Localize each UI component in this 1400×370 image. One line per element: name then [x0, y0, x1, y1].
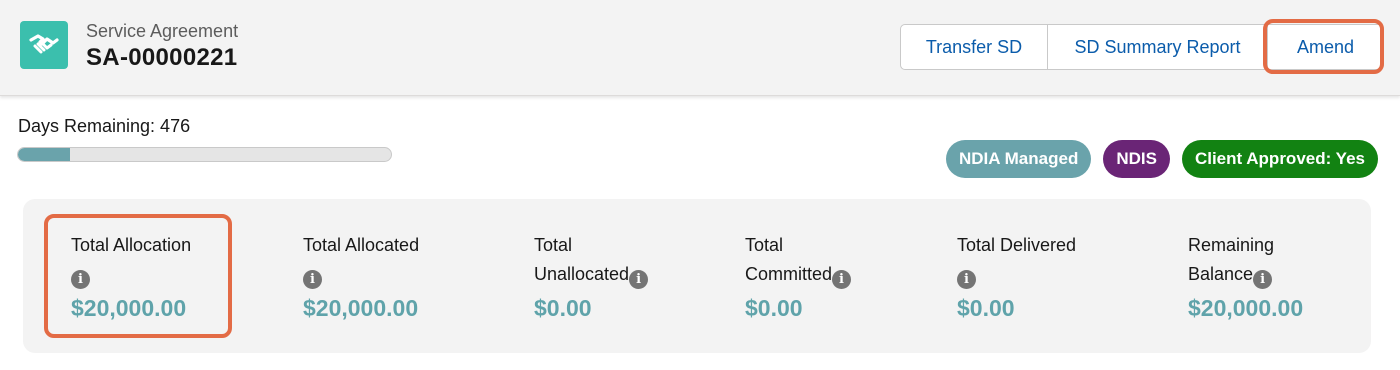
financial-summary-card: Total Allocation i $20,000.00 Total Allo…	[23, 199, 1371, 353]
action-button-group: Transfer SD SD Summary Report Amend	[900, 24, 1384, 70]
days-remaining-progress-bar	[17, 147, 392, 162]
days-remaining-label: Days Remaining: 476	[18, 116, 191, 136]
metric-value: $20,000.00	[71, 295, 187, 321]
sd-summary-report-button[interactable]: SD Summary Report	[1047, 25, 1267, 69]
metric-total-allocation: Total Allocation i $20,000.00	[71, 231, 281, 322]
metric-label: Total Allocated	[303, 235, 420, 255]
ndis-badge: NDIS	[1103, 140, 1170, 178]
transfer-sd-button[interactable]: Transfer SD	[901, 25, 1047, 69]
metric-label: Total Allocation	[71, 235, 192, 255]
metric-label: Committed	[745, 264, 833, 284]
metric-total-committed: Total Committed i $0.00	[745, 231, 955, 322]
metric-value: $20,000.00	[303, 295, 419, 321]
metric-value: $0.00	[957, 295, 1015, 321]
metric-total-unallocated: Total Unallocated i $0.00	[534, 231, 744, 322]
progress-fill	[18, 148, 71, 161]
info-icon[interactable]: i	[71, 270, 90, 289]
metric-label: Total Delivered	[957, 235, 1077, 255]
amend-button[interactable]: Amend	[1267, 25, 1383, 69]
info-icon[interactable]: i	[957, 270, 976, 289]
object-type-label: Service Agreement	[86, 21, 239, 41]
metric-value: $0.00	[534, 295, 592, 321]
handshake-icon	[20, 21, 68, 69]
info-icon[interactable]: i	[1253, 270, 1273, 289]
metric-label: Unallocated	[534, 264, 630, 284]
metric-value: $0.00	[745, 295, 803, 321]
metric-total-allocated: Total Allocated i $20,000.00	[303, 231, 513, 322]
info-icon[interactable]: i	[303, 270, 322, 289]
metric-label: Remaining	[1188, 235, 1275, 255]
metric-total-delivered: Total Delivered i $0.00	[957, 231, 1167, 322]
metric-value: $20,000.00	[1188, 295, 1304, 321]
record-title: SA-00000221	[86, 44, 238, 71]
info-icon[interactable]: i	[629, 270, 649, 289]
info-icon[interactable]: i	[832, 270, 852, 289]
metric-label: Balance	[1188, 264, 1254, 284]
metric-label: Total	[534, 235, 573, 255]
client-approved-badge: Client Approved: Yes	[1181, 140, 1378, 178]
ndia-managed-badge: NDIA Managed	[946, 140, 1092, 178]
metric-label: Total	[745, 235, 784, 255]
record-header: Service Agreement SA-00000221 Transfer S…	[0, 0, 1400, 96]
metric-remaining-balance: Remaining Balance i $20,000.00	[1188, 231, 1398, 322]
status-badges: NDIA Managed NDIS Client Approved: Yes	[946, 140, 1378, 178]
